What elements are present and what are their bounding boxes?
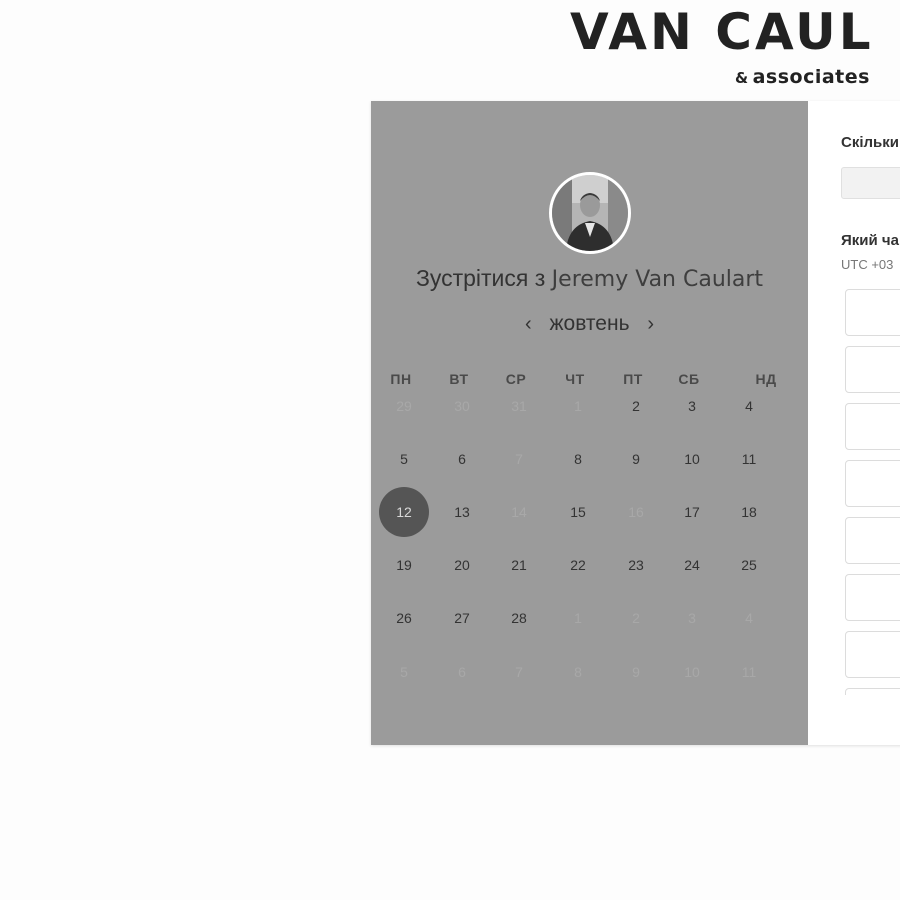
calendar-day: 3 [688,610,696,626]
calendar-day[interactable]: 25 [724,540,774,590]
calendar-day: 10 [684,664,700,680]
time-slot-button[interactable] [845,460,900,507]
calendar-day: 8 [574,664,582,680]
time-slot-button[interactable] [845,346,900,393]
duration-select[interactable] [841,167,900,199]
calendar-day[interactable]: 27 [437,593,487,643]
calendar-day[interactable]: 9 [611,434,661,484]
host-avatar [549,172,631,254]
calendar-day: 2 [632,610,640,626]
calendar-day[interactable]: 22 [553,540,603,590]
calendar-day: 16 [628,504,644,520]
calendar-day: 6 [458,664,466,680]
calendar-day: 1 [574,398,582,414]
calendar-day[interactable]: 8 [553,434,603,484]
month-navigation: ‹ жовтень › [371,312,808,336]
calendar-day: 7 [515,451,523,467]
host-name: Jeremy Van Caulart [551,267,764,292]
calendar-day[interactable]: 19 [379,540,429,590]
chevron-left-icon[interactable]: ‹ [513,313,544,336]
timezone-label[interactable]: UTC +03 [841,257,893,272]
time-slot-button[interactable] [845,688,900,695]
calendar-day[interactable]: 23 [611,540,661,590]
calendar-day[interactable]: 11 [724,434,774,484]
calendar-day: 11 [741,664,757,680]
time-slot-list [845,289,900,695]
calendar-day: 31 [511,398,527,414]
calendar-day[interactable]: 4 [724,381,774,431]
logo-associates: associates [752,66,870,88]
time-slot-button[interactable] [845,403,900,450]
calendar-day[interactable]: 3 [667,381,717,431]
time-slot-button[interactable] [845,574,900,621]
duration-question: Скільки [841,134,899,151]
calendar-panel: Зустрітися з Jeremy Van Caulart ‹ жовтен… [371,101,808,745]
calendar-day: 1 [574,610,582,626]
meeting-title-prefix: Зустрітися з [415,265,546,291]
calendar-day[interactable]: 28 [494,593,544,643]
logo-wordmark: VAN CAUL [570,3,874,61]
meeting-title: Зустрітися з Jeremy Van Caulart [371,265,808,292]
calendar-day[interactable]: 20 [437,540,487,590]
calendar-day: 29 [396,398,412,414]
calendar-day[interactable]: 5 [379,434,429,484]
logo-tagline: & associates [735,66,870,88]
time-slot-button[interactable] [845,517,900,564]
booking-page: VAN CAUL & associates Зустрітися з Jerem… [0,0,900,900]
chevron-right-icon[interactable]: › [635,313,666,336]
calendar-day: 14 [511,504,527,520]
calendar-day: 4 [745,610,753,626]
scheduler-card: Зустрітися з Jeremy Van Caulart ‹ жовтен… [371,101,900,745]
calendar-day: 5 [400,664,408,680]
calendar-day[interactable]: 13 [437,487,487,537]
month-label: жовтень [549,312,630,335]
calendar-day[interactable]: 10 [667,434,717,484]
time-question: Який ча [841,232,899,249]
calendar-day[interactable]: 18 [724,487,774,537]
time-slot-button[interactable] [845,631,900,678]
time-slot-button[interactable] [845,289,900,336]
calendar-day-selected[interactable]: 12 [379,487,429,537]
calendar-day[interactable]: 2 [611,381,661,431]
calendar-day[interactable]: 24 [667,540,717,590]
calendar-day[interactable]: 17 [667,487,717,537]
calendar-day: 30 [454,398,470,414]
calendar-day[interactable]: 15 [553,487,603,537]
logo-ampersand: & [735,69,749,87]
calendar-day[interactable]: 21 [494,540,544,590]
host-photo [552,175,628,251]
calendar-day: 7 [515,664,523,680]
calendar-day: 9 [632,664,640,680]
calendar-day[interactable]: 26 [379,593,429,643]
booking-panel: Скільки Який ча UTC +03 [808,101,900,745]
calendar-day[interactable]: 6 [437,434,487,484]
